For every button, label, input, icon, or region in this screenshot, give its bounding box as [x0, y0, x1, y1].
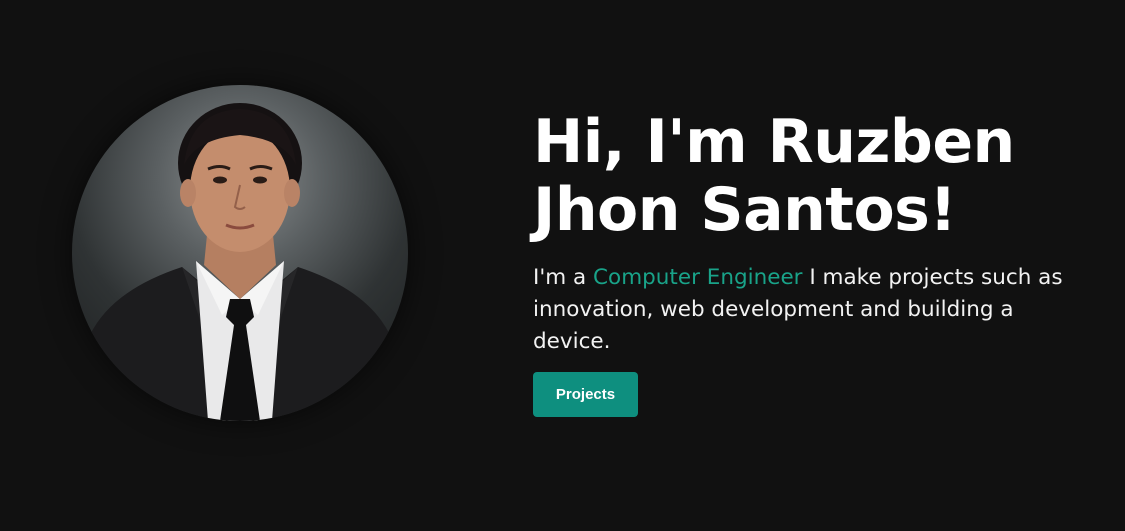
- hero-section: Hi, I'm Ruzben Jhon Santos! I'm a Comput…: [0, 0, 1125, 531]
- hero-description: I'm a Computer Engineer I make projects …: [533, 262, 1073, 358]
- hero-desc-prefix: I'm a: [533, 265, 594, 290]
- hero-title: Hi, I'm Ruzben Jhon Santos!: [533, 107, 1015, 245]
- profile-avatar: [72, 85, 408, 421]
- profile-photo-icon: [82, 103, 398, 421]
- hero-desc-highlight: Computer Engineer: [593, 265, 803, 290]
- hero-text-block: Hi, I'm Ruzben Jhon Santos! I'm a Comput…: [533, 108, 1093, 417]
- projects-button[interactable]: Projects: [533, 372, 638, 417]
